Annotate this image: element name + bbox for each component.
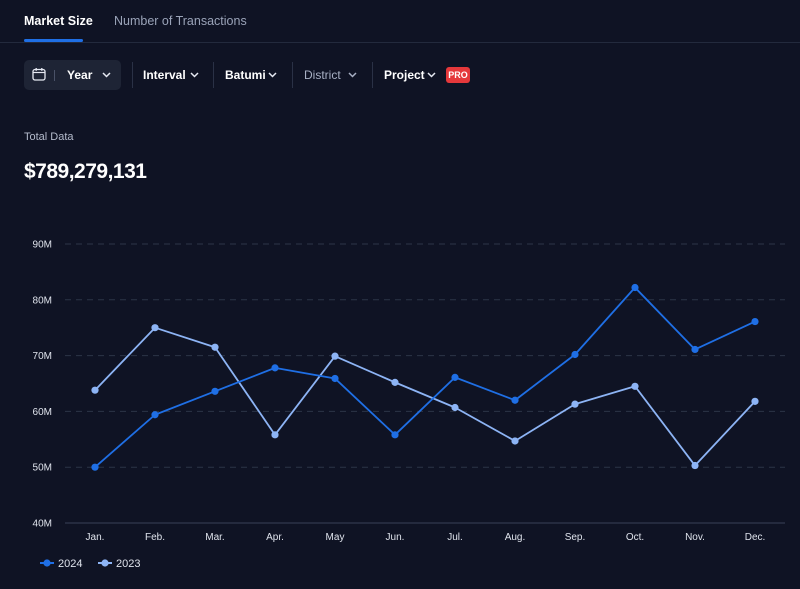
x-axis: Jan. Feb. Mar. Apr. May Jun. Jul. Aug. Sep. Oct. N… bbox=[86, 532, 766, 543]
filter-divider bbox=[292, 62, 293, 88]
y-tick-label: 40M bbox=[33, 519, 52, 530]
year-label: Year bbox=[67, 68, 93, 82]
filter-divider bbox=[132, 62, 133, 88]
x-tick-label: Oct. bbox=[626, 532, 644, 543]
chart-gridlines bbox=[65, 243, 785, 524]
data-point-2024[interactable] bbox=[631, 283, 639, 292]
total-data-value: $789,279,131 bbox=[24, 160, 147, 183]
data-point-2023[interactable] bbox=[571, 400, 579, 408]
data-point-2024[interactable] bbox=[271, 364, 279, 372]
legend-label: 2024 bbox=[58, 558, 82, 570]
series-line-2024 bbox=[94, 286, 756, 468]
x-tick-label: Nov. bbox=[685, 532, 705, 543]
total-data-label: Total Data bbox=[24, 131, 74, 143]
tab-bar: Market Size Number of Transactions bbox=[0, 0, 800, 43]
data-point-2024[interactable] bbox=[151, 411, 159, 419]
y-tick-label: 80M bbox=[33, 295, 52, 306]
data-point-2023[interactable] bbox=[271, 431, 279, 439]
x-tick-label: Feb. bbox=[145, 532, 165, 543]
x-tick-label: Jan. bbox=[86, 532, 105, 543]
data-point-2023[interactable] bbox=[691, 461, 699, 470]
x-tick-label: Apr. bbox=[266, 532, 284, 543]
x-tick-label: Jul. bbox=[447, 532, 463, 543]
chevron-down-icon bbox=[102, 72, 111, 78]
chart-series bbox=[91, 283, 759, 471]
x-tick-label: Dec. bbox=[745, 532, 766, 543]
data-point-2024[interactable] bbox=[331, 374, 339, 383]
x-tick-label: May bbox=[326, 532, 345, 543]
legend-swatch-dot bbox=[43, 559, 51, 567]
data-point-2023[interactable] bbox=[391, 378, 399, 386]
tab-number-of-transactions[interactable]: Number of Transactions bbox=[114, 14, 247, 28]
data-point-2023[interactable] bbox=[511, 437, 519, 445]
series-line-2023 bbox=[94, 326, 756, 467]
data-point-2024[interactable] bbox=[391, 431, 399, 439]
y-tick-label: 50M bbox=[33, 463, 52, 474]
legend-item-2024[interactable]: 2024 bbox=[40, 558, 82, 570]
legend-item-2023[interactable]: 2023 bbox=[98, 558, 140, 570]
year-dropdown[interactable]: Year bbox=[24, 60, 121, 90]
y-tick-label: 70M bbox=[33, 351, 52, 362]
data-point-2023[interactable] bbox=[331, 352, 339, 360]
interval-dropdown[interactable]: Interval bbox=[143, 68, 186, 82]
data-point-2024[interactable] bbox=[691, 345, 699, 354]
legend-swatch-dot bbox=[101, 559, 109, 567]
chart-legend[interactable]: 2024 2023 bbox=[40, 558, 140, 570]
project-dropdown[interactable]: Project bbox=[384, 68, 425, 82]
data-point-2023[interactable] bbox=[451, 403, 459, 412]
x-tick-label: Mar. bbox=[205, 532, 224, 543]
active-tab-indicator bbox=[24, 39, 83, 42]
data-point-2024[interactable] bbox=[211, 387, 219, 395]
calendar-icon bbox=[32, 68, 46, 81]
filter-divider bbox=[213, 62, 214, 88]
y-tick-label: 60M bbox=[33, 407, 52, 418]
x-tick-label: Aug. bbox=[505, 532, 526, 543]
data-point-2023[interactable] bbox=[151, 324, 159, 332]
year-divider bbox=[54, 70, 55, 81]
data-point-2023[interactable] bbox=[751, 397, 759, 405]
data-point-2024[interactable] bbox=[751, 317, 759, 326]
data-point-2023[interactable] bbox=[631, 382, 639, 390]
chevron-down-icon[interactable] bbox=[427, 72, 436, 78]
chevron-down-icon[interactable] bbox=[190, 72, 199, 78]
y-axis: 40M 50M 60M 70M 80M 90M bbox=[33, 240, 52, 530]
legend-label: 2023 bbox=[116, 558, 140, 570]
data-point-2024[interactable] bbox=[451, 373, 459, 381]
data-point-2023[interactable] bbox=[211, 343, 219, 351]
data-point-2024[interactable] bbox=[511, 396, 519, 404]
chevron-down-icon[interactable] bbox=[268, 72, 277, 78]
chevron-down-icon[interactable] bbox=[348, 72, 357, 78]
data-point-2024[interactable] bbox=[91, 463, 99, 471]
pro-badge: PRO bbox=[446, 67, 470, 83]
x-tick-label: Jun. bbox=[386, 532, 405, 543]
filter-bar: Year Interval Batumi District Project PR… bbox=[0, 60, 800, 90]
district-dropdown[interactable]: District bbox=[304, 68, 341, 82]
filter-divider bbox=[372, 62, 373, 88]
data-point-2023[interactable] bbox=[91, 386, 99, 394]
city-dropdown[interactable]: Batumi bbox=[225, 68, 266, 82]
y-tick-label: 90M bbox=[33, 240, 52, 251]
data-point-2024[interactable] bbox=[571, 350, 579, 359]
x-tick-label: Sep. bbox=[565, 532, 586, 543]
market-size-line-chart: 40M 50M 60M 70M 80M 90M Jan. Feb. Mar. Apr. May Ju… bbox=[33, 240, 785, 570]
tab-market-size[interactable]: Market Size bbox=[24, 14, 93, 28]
